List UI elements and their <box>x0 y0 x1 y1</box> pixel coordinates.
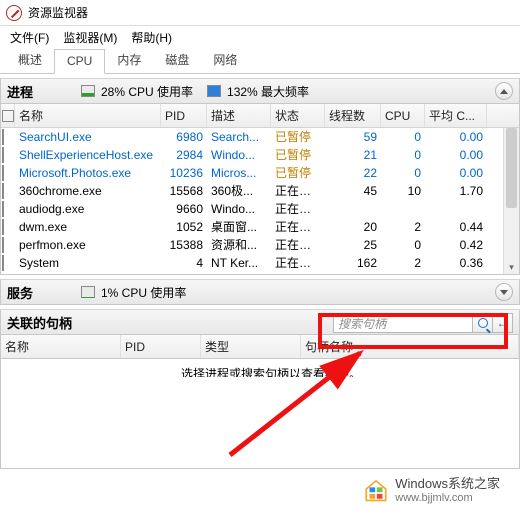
refresh-icon: ↔ <box>497 316 509 330</box>
chevron-down-icon <box>500 290 508 295</box>
row-checkbox[interactable] <box>2 201 4 217</box>
refresh-button[interactable]: ↔ <box>493 313 513 333</box>
processes-label: 进程 <box>7 82 67 101</box>
hcol-type[interactable]: 类型 <box>201 335 301 358</box>
col-threads[interactable]: 线程数 <box>325 104 381 127</box>
search-icon <box>478 318 488 328</box>
services-label: 服务 <box>7 283 67 302</box>
table-row[interactable]: 360chrome.exe15568360极...正在运行45101.70 <box>1 182 519 200</box>
handles-empty-text: 选择进程或搜索句柄以查看结果。 <box>1 359 519 377</box>
select-all-checkbox[interactable] <box>2 110 14 122</box>
table-row[interactable]: Microsoft.Photos.exe10236Micros...已暂停220… <box>1 164 519 182</box>
handles-body: 选择进程或搜索句柄以查看结果。 <box>0 359 520 469</box>
row-checkbox[interactable] <box>2 147 4 163</box>
chevron-up-icon <box>500 89 508 94</box>
hcol-name[interactable]: 名称 <box>1 335 121 358</box>
row-checkbox[interactable] <box>2 129 4 145</box>
tab-memory[interactable]: 内存 <box>105 47 153 73</box>
search-button[interactable] <box>473 313 493 333</box>
processes-panel-header[interactable]: 进程 28% CPU 使用率 132% 最大频率 <box>0 78 520 104</box>
services-cpu-meter: 1% CPU 使用率 <box>81 284 186 301</box>
table-row[interactable]: perfmon.exe15388资源和...正在运行2500.42 <box>1 236 519 254</box>
services-panel-header[interactable]: 服务 1% CPU 使用率 <box>0 279 520 305</box>
col-avg[interactable]: 平均 C... <box>425 104 487 127</box>
row-checkbox[interactable] <box>2 165 4 181</box>
watermark-logo <box>363 476 389 502</box>
expand-services-button[interactable] <box>495 283 513 301</box>
processes-rows: SearchUI.exe6980Search...已暂停5900.00Shell… <box>1 128 519 274</box>
table-row[interactable]: audiodg.exe9660Windo...正在运行 <box>1 200 519 218</box>
collapse-processes-button[interactable] <box>495 82 513 100</box>
title-bar: 资源监视器 <box>0 0 520 26</box>
col-status[interactable]: 状态 <box>271 104 325 127</box>
handles-label: 关联的句柄 <box>7 313 87 332</box>
col-desc[interactable]: 描述 <box>207 104 271 127</box>
handles-search-group: 搜索句柄 ↔ <box>333 313 513 333</box>
row-checkbox[interactable] <box>2 219 4 235</box>
row-checkbox[interactable] <box>2 255 4 271</box>
table-row[interactable]: SearchUI.exe6980Search...已暂停5900.00 <box>1 128 519 146</box>
menu-bar: 文件(F) 监视器(M) 帮助(H) <box>0 26 520 48</box>
max-freq-meter: 132% 最大频率 <box>207 83 309 100</box>
tab-strip: 概述 CPU 内存 磁盘 网络 <box>0 48 520 74</box>
processes-columns: 名称 PID 描述 状态 线程数 CPU 平均 C... <box>1 104 519 128</box>
handles-search-input[interactable]: 搜索句柄 <box>333 313 473 333</box>
handles-panel-header[interactable]: 关联的句柄 搜索句柄 ↔ <box>0 309 520 335</box>
col-cpu[interactable]: CPU <box>381 104 425 127</box>
tab-network[interactable]: 网络 <box>201 47 249 73</box>
col-name[interactable]: 名称 <box>15 104 161 127</box>
tab-disk[interactable]: 磁盘 <box>153 47 201 73</box>
hcol-hname[interactable]: 句柄名称 <box>301 335 519 358</box>
menu-help[interactable]: 帮助(H) <box>125 27 178 48</box>
tab-overview[interactable]: 概述 <box>6 47 54 73</box>
processes-grid: 名称 PID 描述 状态 线程数 CPU 平均 C... SearchUI.ex… <box>0 104 520 275</box>
tab-cpu[interactable]: CPU <box>54 49 105 74</box>
table-row[interactable]: System4NT Ker...正在运行16220.36 <box>1 254 519 272</box>
menu-file[interactable]: 文件(F) <box>4 27 55 48</box>
app-icon <box>6 5 22 21</box>
watermark: Windows系统之家 www.bjjmlv.com <box>363 473 500 504</box>
row-checkbox[interactable] <box>2 237 4 253</box>
row-checkbox[interactable] <box>2 183 4 199</box>
vertical-scrollbar[interactable]: ▴ ▾ <box>503 128 519 274</box>
hcol-pid[interactable]: PID <box>121 335 201 358</box>
cpu-usage-meter: 28% CPU 使用率 <box>81 83 193 100</box>
table-row[interactable]: ShellExperienceHost.exe2984Windo...已暂停21… <box>1 146 519 164</box>
window-title: 资源监视器 <box>28 4 88 21</box>
col-pid[interactable]: PID <box>161 104 207 127</box>
menu-monitor[interactable]: 监视器(M) <box>57 27 123 48</box>
table-row[interactable]: dwm.exe1052桌面窗...正在运行2020.44 <box>1 218 519 236</box>
handles-columns: 名称 PID 类型 句柄名称 <box>0 335 520 359</box>
